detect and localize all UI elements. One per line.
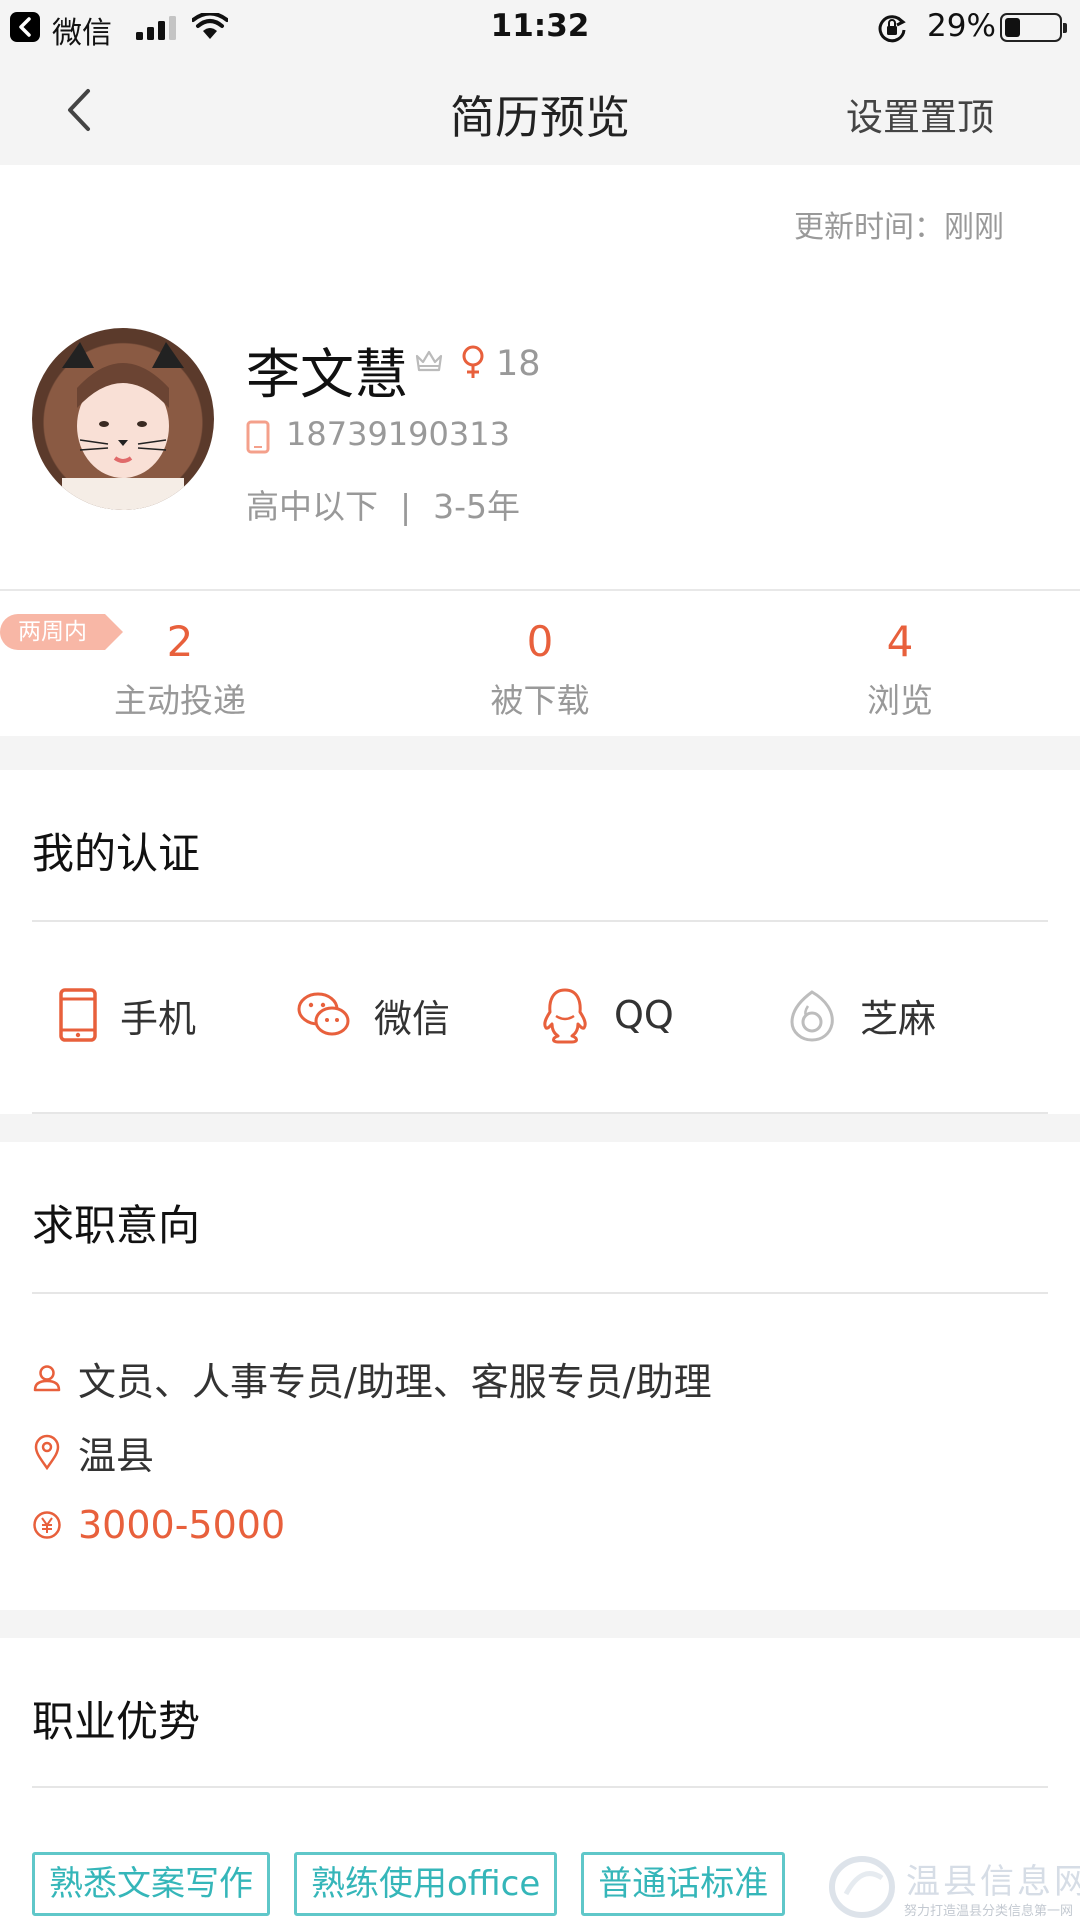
- divider: [32, 1786, 1048, 1788]
- stat-viewed[interactable]: 4 浏览: [780, 616, 1020, 722]
- qq-penguin-icon: [543, 988, 587, 1044]
- divider: [32, 1292, 1048, 1294]
- stat-value: 4: [886, 617, 914, 666]
- salary-text: 3000-5000: [78, 1503, 286, 1547]
- set-top-button[interactable]: 设置置顶: [846, 87, 994, 141]
- profile-card: 李文慧 18 18739190313 高中以下 | 3-5年: [0, 300, 1080, 590]
- divider: [32, 920, 1048, 922]
- stat-applied[interactable]: 2 主动投递: [60, 616, 300, 722]
- battery-nub: [1063, 23, 1067, 33]
- watermark-logo-icon: [829, 1856, 895, 1918]
- candidate-name: 李文慧: [246, 343, 408, 406]
- intention-location: 温县: [32, 1427, 155, 1478]
- advantages-title: 职业优势: [32, 1697, 201, 1746]
- skill-tags: 熟悉文案写作 熟练使用office 普通话标准: [32, 1852, 809, 1916]
- skill-tag: 普通话标准: [581, 1852, 786, 1916]
- stat-value: 0: [526, 617, 554, 666]
- intention-positions: 文员、人事专员/助理、客服专员/助理: [32, 1353, 712, 1404]
- work-experience: 3-5年: [433, 487, 521, 526]
- stat-label: 浏览: [867, 681, 933, 720]
- positions-text: 文员、人事专员/助理、客服专员/助理: [78, 1359, 712, 1404]
- watermark-title: 温县信息网: [906, 1862, 1080, 1902]
- cert-label: 手机: [120, 996, 197, 1041]
- rotation-lock-icon: [878, 15, 906, 43]
- status-bar: 微信 11:32 29%: [0, 0, 1080, 55]
- wechat-icon: [297, 992, 350, 1036]
- cert-phone[interactable]: 手机: [58, 980, 196, 1050]
- skill-tag: 熟练使用office: [294, 1852, 558, 1916]
- cert-sesame[interactable]: 芝麻: [786, 980, 936, 1050]
- battery-percent: 29%: [927, 8, 996, 44]
- sesame-icon: [790, 990, 834, 1042]
- section-gap: [0, 1114, 1080, 1142]
- stats-row: 两周内 2 主动投递 0 被下载 4 浏览: [0, 592, 1080, 736]
- location-pin-icon: [34, 1434, 60, 1470]
- avatar-illustration: [62, 342, 184, 510]
- cert-label: QQ: [614, 993, 674, 1037]
- nav-bar: 简历预览 设置置顶: [0, 55, 1080, 165]
- education-level: 高中以下: [246, 487, 378, 526]
- education-experience: 高中以下 | 3-5年: [246, 480, 520, 528]
- battery-icon: [1000, 13, 1067, 42]
- intention-title: 求职意向: [32, 1201, 201, 1250]
- stat-label: 被下载: [490, 681, 590, 720]
- candidate-phone[interactable]: 18739190313: [286, 415, 510, 453]
- intention-salary: 3000-5000: [32, 1500, 285, 1550]
- watermark: 温县信息网 努力打造温县分类信息第一网: [826, 1854, 1080, 1920]
- cert-label: 芝麻: [860, 996, 937, 1041]
- section-gap: [0, 736, 1080, 770]
- separator: |: [400, 487, 412, 526]
- person-icon: [33, 1365, 61, 1392]
- avatar[interactable]: [32, 328, 214, 510]
- update-time: 更新时间：刚刚: [794, 210, 1004, 245]
- crown-icon: [415, 350, 443, 372]
- mobile-phone-icon: [59, 988, 97, 1042]
- mobile-phone-icon: [246, 420, 270, 454]
- female-gender-icon: [462, 345, 484, 378]
- battery-fill: [1005, 18, 1020, 37]
- yuan-currency-icon: [33, 1511, 61, 1539]
- section-gap: [0, 1610, 1080, 1638]
- skill-tag: 熟悉文案写作: [32, 1852, 270, 1916]
- stat-label: 主动投递: [114, 681, 246, 720]
- cert-label: 微信: [374, 996, 451, 1041]
- location-text: 温县: [78, 1433, 155, 1478]
- stat-downloaded[interactable]: 0 被下载: [420, 616, 660, 722]
- certification-title: 我的认证: [32, 829, 201, 878]
- candidate-age: 18: [496, 344, 541, 384]
- divider: [0, 589, 1080, 591]
- clock: 11:32: [490, 8, 590, 44]
- watermark-subtitle: 努力打造温县分类信息第一网: [904, 1904, 1074, 1919]
- stat-value: 2: [166, 617, 194, 666]
- cert-qq[interactable]: QQ: [538, 980, 674, 1050]
- cert-wechat[interactable]: 微信: [296, 980, 450, 1050]
